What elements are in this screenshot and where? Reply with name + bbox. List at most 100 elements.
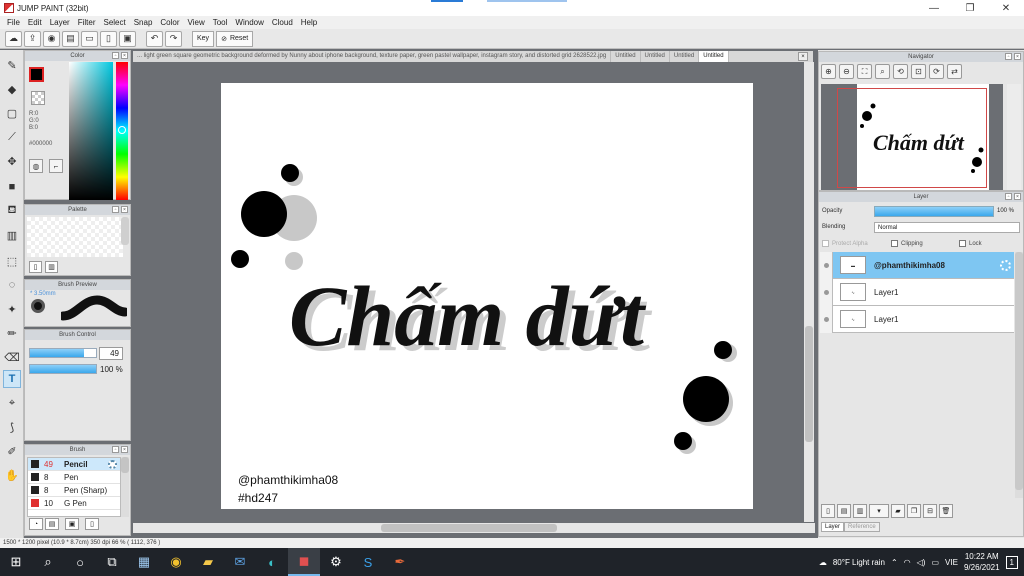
task-view-icon[interactable]: ⧉ xyxy=(96,548,128,576)
speech-bubble-icon[interactable]: ◉ xyxy=(43,30,60,47)
canvas-horizontal-scrollbar[interactable] xyxy=(133,523,815,533)
rotate-left-icon[interactable]: ⟲ xyxy=(893,64,908,79)
delete-layer-icon[interactable]: 🗑 xyxy=(939,504,953,518)
bucket-tool-icon[interactable]: ⛾ xyxy=(3,202,21,220)
dropper-tool-icon[interactable]: ⟆ xyxy=(3,418,21,436)
menu-layer[interactable]: Layer xyxy=(46,18,74,27)
store-icon[interactable]: ▦ xyxy=(128,548,160,576)
brush-size-slider[interactable] xyxy=(29,348,97,358)
brush-folder-icon[interactable]: ▤ xyxy=(45,518,59,530)
weather-text[interactable]: 80°F Light rain xyxy=(833,558,885,567)
gradient-tool-icon[interactable]: ▥ xyxy=(3,226,21,244)
clipping-checkbox[interactable]: Clipping xyxy=(891,240,923,247)
brush-item-g-pen[interactable]: 10 G Pen xyxy=(28,497,120,510)
panel-float-icon[interactable]: ▫ xyxy=(112,446,119,453)
search-icon[interactable]: ⌕ xyxy=(32,548,64,576)
select-eraser-icon[interactable]: ⌫ xyxy=(3,348,21,366)
layer-list-scrollbar[interactable] xyxy=(1015,252,1023,498)
panel-float-icon[interactable]: ▫ xyxy=(1005,53,1012,60)
artwork-canvas[interactable]: Chấm dứt Chấm dứt @phamthikimha08 #hd247 xyxy=(221,83,753,509)
file-explorer-icon[interactable]: ▰ xyxy=(192,548,224,576)
battery-icon[interactable]: ▭ xyxy=(931,558,939,567)
mail-icon[interactable]: ✉ xyxy=(224,548,256,576)
transparent-color-swatch[interactable] xyxy=(31,91,45,105)
menu-window[interactable]: Window xyxy=(231,18,267,27)
navigator-scrollbar[interactable] xyxy=(1007,84,1021,190)
move-tool-icon[interactable]: ✥ xyxy=(3,152,21,170)
menu-edit[interactable]: Edit xyxy=(24,18,46,27)
tab-untitled-1[interactable]: Untitled xyxy=(611,51,641,62)
panel-close-icon[interactable]: × xyxy=(1014,53,1021,60)
paint-app-icon[interactable]: ✒ xyxy=(384,548,416,576)
flip-icon[interactable]: ⇄ xyxy=(947,64,962,79)
new-1bit-layer-icon[interactable]: ▥ xyxy=(853,504,867,518)
brush-opacity-slider[interactable] xyxy=(29,364,97,374)
menu-cloud[interactable]: Cloud xyxy=(268,18,297,27)
rotate-right-icon[interactable]: ⟳ xyxy=(929,64,944,79)
tab-reference[interactable]: Reference xyxy=(844,522,880,532)
panel-close-icon[interactable]: × xyxy=(121,206,128,213)
windows-start-icon[interactable]: ⊞ xyxy=(0,548,32,576)
magic-wand-icon[interactable]: ✦ xyxy=(3,300,21,318)
foreground-color-swatch[interactable] xyxy=(29,67,44,82)
select-tool-icon[interactable]: ⬚ xyxy=(3,252,21,270)
brush-item-pencil[interactable]: 49 Pencil xyxy=(28,458,120,471)
merge-layer-icon[interactable]: ⊟ xyxy=(923,504,937,518)
panel-float-icon[interactable]: ▫ xyxy=(112,206,119,213)
new-layer-icon[interactable]: ▯ xyxy=(821,504,835,518)
blending-select[interactable]: Normal xyxy=(874,222,1020,233)
panel-float-icon[interactable]: ▫ xyxy=(1005,193,1012,200)
palette-scrollbar[interactable] xyxy=(121,217,129,245)
line-tool-icon[interactable]: ⟋ xyxy=(3,128,21,146)
hand-tool-icon[interactable]: ✋ xyxy=(3,466,21,484)
tab-untitled-active[interactable]: Untitled xyxy=(699,51,729,62)
layer-row-layer1-b[interactable]: ∿ Layer1 xyxy=(820,305,1014,333)
save-icon[interactable]: ▣ xyxy=(119,30,136,47)
brush-add-icon[interactable]: ◔ xyxy=(29,518,43,530)
key-button[interactable]: Key xyxy=(192,30,215,47)
volume-icon[interactable]: ◁) xyxy=(917,558,926,567)
layer-opacity-slider[interactable] xyxy=(874,206,994,217)
edge-icon[interactable]: ◐ xyxy=(256,548,288,576)
redo-icon[interactable]: ↷ xyxy=(165,30,182,47)
visibility-eye-icon[interactable] xyxy=(820,305,833,333)
reset-button[interactable]: ⊘ Reset xyxy=(216,30,254,47)
settings-icon[interactable]: ⚙ xyxy=(320,548,352,576)
weather-icon[interactable]: ☁ xyxy=(819,558,827,567)
menu-select[interactable]: Select xyxy=(99,18,129,27)
close-button[interactable]: ✕ xyxy=(988,0,1024,16)
clock[interactable]: 10:22 AM 9/26/2021 xyxy=(964,551,1000,573)
layer-folder-icon[interactable]: ▰ xyxy=(891,504,905,518)
network-icon[interactable]: ◠ xyxy=(904,558,911,567)
menu-view[interactable]: View xyxy=(184,18,209,27)
brush-list-scrollbar[interactable] xyxy=(121,457,129,517)
operation-tool-icon[interactable]: ⌖ xyxy=(3,394,21,412)
cortana-icon[interactable]: ○ xyxy=(64,548,96,576)
brush-item-pen[interactable]: 8 Pen xyxy=(28,471,120,484)
chat-icon[interactable]: ▤ xyxy=(62,30,79,47)
tab-background-image[interactable]: ... light green square geometric backgro… xyxy=(133,51,612,62)
panel-close-icon[interactable]: × xyxy=(121,446,128,453)
select-pen-icon[interactable]: ✏ xyxy=(3,324,21,342)
menu-tool[interactable]: Tool xyxy=(209,18,232,27)
close-tab-icon[interactable]: × xyxy=(798,52,808,61)
panel-close-icon[interactable]: × xyxy=(121,52,128,59)
eraser-tool-icon[interactable]: ◆ xyxy=(3,80,21,98)
menu-help[interactable]: Help xyxy=(297,18,321,27)
show-hidden-icons-icon[interactable]: ⌃ xyxy=(891,558,898,567)
chrome-icon[interactable]: ◉ xyxy=(160,548,192,576)
brush-item-pen-sharp[interactable]: 8 Pen (Sharp) xyxy=(28,484,120,497)
upload-icon[interactable]: ⇪ xyxy=(24,30,41,47)
navigator-preview[interactable]: Chấm dứt xyxy=(821,84,1003,190)
notification-icon[interactable]: 1 xyxy=(1005,555,1018,569)
tab-untitled-2[interactable]: Untitled xyxy=(641,51,670,62)
layer-row-signature[interactable]: ▬ @phamthikimha08 xyxy=(820,251,1014,279)
tab-layer[interactable]: Layer xyxy=(821,522,845,532)
maximize-button[interactable]: ❐ xyxy=(952,0,988,16)
palette-swatch-area[interactable] xyxy=(27,217,123,257)
menu-filter[interactable]: Filter xyxy=(74,18,100,27)
panel-float-icon[interactable]: ▫ xyxy=(112,52,119,59)
protect-alpha-checkbox[interactable]: Protect Alpha xyxy=(822,240,868,247)
gear-icon[interactable] xyxy=(1000,260,1011,271)
hue-handle[interactable] xyxy=(118,126,126,134)
